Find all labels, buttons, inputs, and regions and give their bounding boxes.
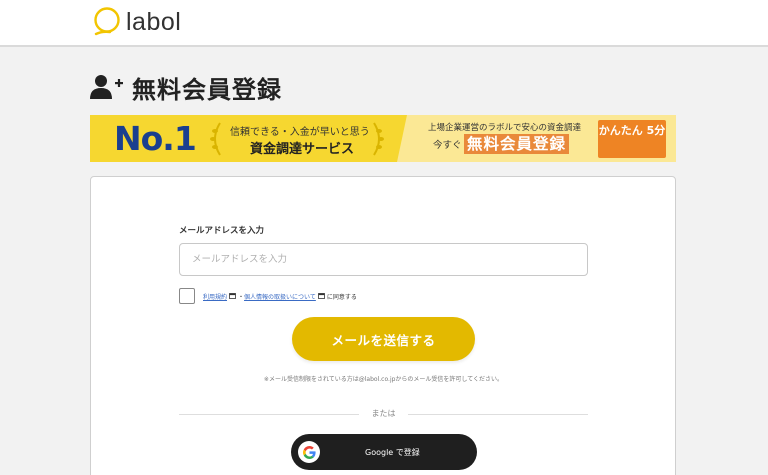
divider-line-right (408, 414, 588, 415)
google-button-label: Google で登録 (365, 447, 420, 457)
agree-text: 利用規約 ・ 個人情報の取扱いについて に同意する (203, 292, 357, 301)
banner-tagline-small: 信頼できる・入金が早いと思う (230, 127, 370, 138)
banner-right-prefix: 今すぐ (433, 140, 462, 151)
banner-tagline-main: 資金調達サービス (250, 142, 355, 157)
user-add-icon (90, 75, 123, 99)
banner-no1-badge: No.1 (114, 119, 197, 158)
email-input[interactable] (179, 243, 588, 276)
agree-checkbox[interactable] (179, 288, 195, 304)
speech-bubble-logo-icon (94, 7, 120, 36)
banner-right-highlight: 無料会員登録 (464, 134, 570, 154)
logo-text: labol (126, 7, 182, 36)
google-signup-button[interactable]: Google で登録 (291, 434, 477, 470)
page-title: 無料会員登録 (90, 70, 282, 104)
page-title-text: 無料会員登録 (132, 75, 282, 104)
laurel-right-icon (373, 122, 384, 156)
site-header: labol (0, 0, 768, 47)
agree-row: 利用規約 ・ 個人情報の取扱いについて に同意する (179, 288, 357, 304)
terms-link[interactable]: 利用規約 (203, 292, 227, 301)
laurel-left-icon (210, 122, 221, 156)
email-label: メールアドレスを入力 (179, 226, 265, 236)
external-link-icon (229, 293, 236, 299)
or-divider: または (179, 408, 588, 420)
banner-right-small: 上場企業運営のラボルで安心の資金調達 (428, 123, 582, 133)
banner-cta-badge: かんたん 5分 (598, 120, 666, 158)
agree-suffix: に同意する (326, 293, 357, 301)
labol-logo[interactable]: labol (90, 4, 220, 40)
privacy-link[interactable]: 個人情報の取扱いについて (244, 292, 316, 301)
google-logo-icon (298, 441, 320, 463)
email-note: ※メール受信制限をされている方は@labol.co.jpからのメール受信を許可し… (263, 376, 504, 383)
registration-card: メールアドレスを入力 利用規約 ・ 個人情報の取扱いについて に同意する メール… (90, 176, 676, 475)
promo-banner[interactable]: No.1 信頼できる・入金が早いと思う 資金調達サービス 上場企業運営のラボルで… (90, 115, 676, 162)
send-email-button[interactable]: メールを送信する (292, 317, 475, 361)
external-link-icon (317, 293, 325, 299)
